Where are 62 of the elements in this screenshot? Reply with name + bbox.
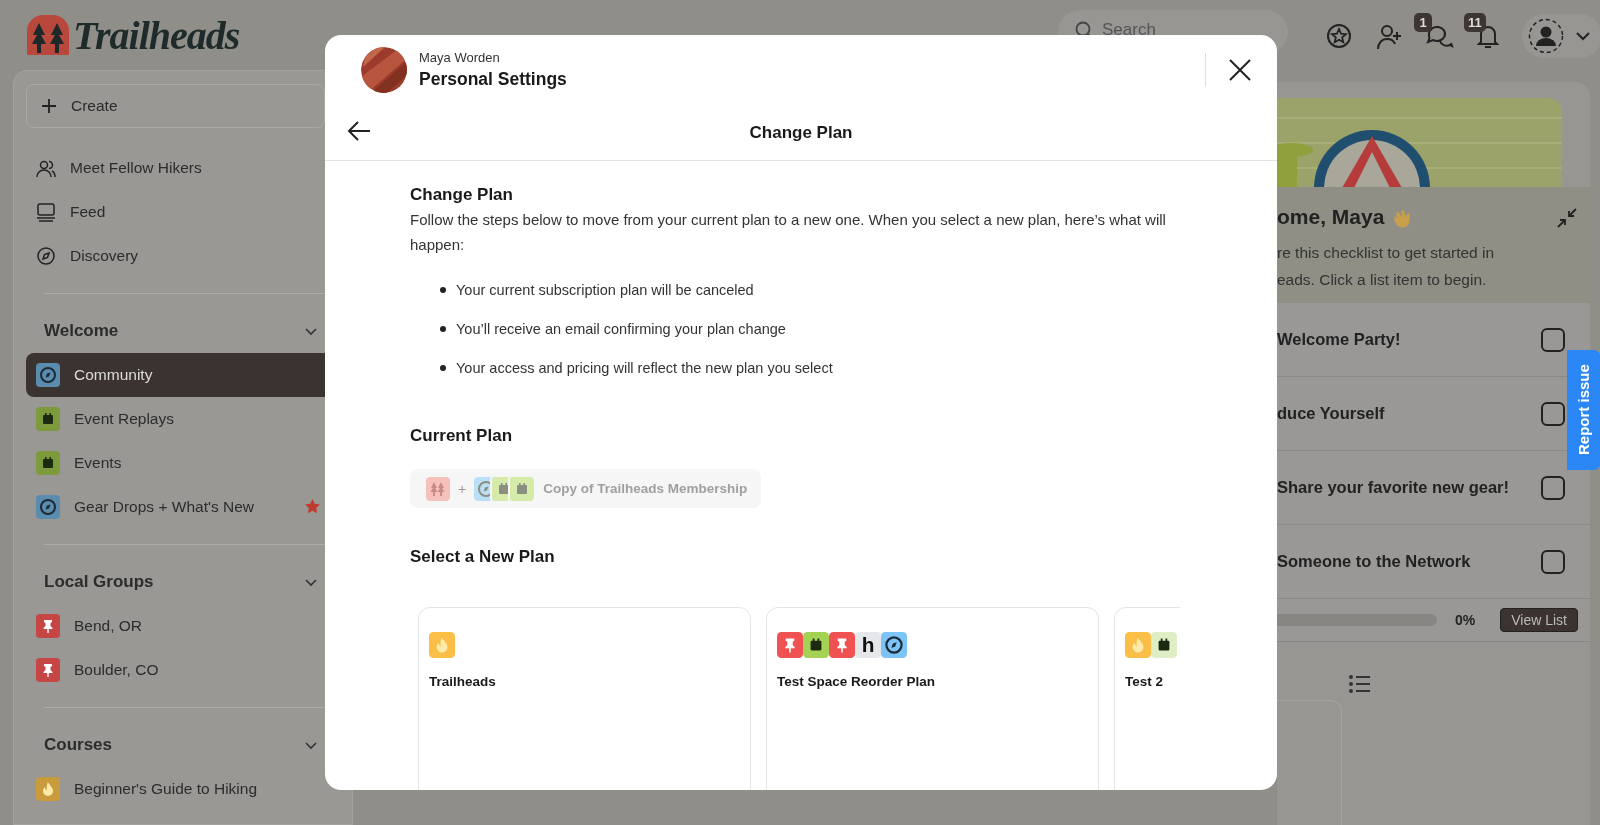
- notification-badge: 11: [1464, 13, 1486, 32]
- notification-badge: 1: [1414, 13, 1432, 32]
- checklist-title: ome, Maya: [1277, 205, 1385, 229]
- letter-icon: h: [855, 632, 881, 658]
- checkbox[interactable]: [1541, 327, 1565, 352]
- space-item[interactable]: Boulder, CO: [26, 648, 325, 692]
- add-person-icon: [1375, 22, 1403, 50]
- intro-text: Follow the steps below to move from your current plan to a new one. When you select a new plan, here’s what will happen:: [410, 210, 1167, 255]
- bullet-text: Your current subscription plan will be canceled: [456, 282, 754, 298]
- section-heading: Change Plan: [410, 185, 514, 205]
- list-icon: [1347, 672, 1371, 696]
- checkbox[interactable]: [1541, 549, 1565, 574]
- report-issue-button[interactable]: Report issue: [1567, 350, 1600, 470]
- section-title: Courses: [44, 735, 113, 755]
- nav-item[interactable]: Meet Fellow Hikers: [26, 146, 325, 190]
- section-heading: Select a New Plan: [410, 547, 556, 567]
- checklist-item[interactable]: duce Yourself: [1277, 404, 1385, 423]
- nav-item[interactable]: Feed: [26, 190, 325, 234]
- collapse-icon: [1556, 207, 1578, 229]
- section-title: Welcome: [44, 321, 119, 341]
- plan-card[interactable]: Test 2: [1114, 607, 1180, 790]
- plus-sign: +: [458, 480, 467, 497]
- checklist-item[interactable]: Share your favorite new gear!: [1277, 478, 1509, 497]
- plan-card[interactable]: Trailheads: [418, 607, 751, 790]
- bullet-text: You’ll receive an email confirming your plan change: [456, 321, 786, 337]
- logo-icon: [27, 15, 69, 55]
- checklist-description: re this checklist to get started in: [1277, 243, 1496, 263]
- plan-card[interactable]: h Test Space Reorder Plan: [766, 607, 1099, 790]
- create-button[interactable]: Create: [26, 84, 325, 128]
- plus-icon: [41, 98, 57, 114]
- space-item[interactable]: Event Replays: [26, 397, 325, 441]
- progress-reading: 0%: [1455, 612, 1476, 628]
- checklist-description: eads. Click a list item to begin.: [1277, 270, 1488, 290]
- avatar-icon: [1528, 18, 1564, 54]
- space-item[interactable]: Gear Drops + What's New: [26, 485, 325, 529]
- space-item[interactable]: Events: [26, 441, 325, 485]
- page-title: Change Plan: [749, 122, 853, 143]
- logo-text: Trailheads: [73, 11, 240, 59]
- section-title: Local Groups: [44, 572, 154, 592]
- space-item[interactable]: Beginner's Guide to Hiking: [26, 767, 325, 811]
- modal-title: Personal Settings: [419, 69, 567, 90]
- account-menu[interactable]: [1522, 14, 1600, 58]
- checklist-item[interactable]: Someone to the Network: [1277, 552, 1471, 571]
- nav-item[interactable]: Discovery: [26, 234, 325, 278]
- bullet-icon: [440, 365, 446, 371]
- space-item[interactable]: Bend, OR: [26, 604, 325, 648]
- checkbox[interactable]: [1541, 475, 1565, 500]
- checkbox[interactable]: [1541, 401, 1565, 426]
- feed-icon: [36, 202, 56, 222]
- user-name: Maya Worden: [419, 50, 501, 65]
- space-item[interactable]: Community: [26, 353, 325, 397]
- people-icon: [36, 158, 56, 178]
- bullet-text: Your access and pricing will reflect the new plan you select: [456, 360, 833, 376]
- plan-name: Copy of Trailheads Membership: [543, 481, 748, 496]
- back-arrow-icon: [347, 119, 372, 143]
- bullet-icon: [440, 287, 446, 293]
- compass-icon: [36, 246, 56, 266]
- bullet-icon: [440, 326, 446, 332]
- view-list-button[interactable]: View List: [1500, 608, 1578, 632]
- section-heading: Current Plan: [410, 426, 514, 446]
- checklist-item[interactable]: Welcome Party!: [1277, 330, 1401, 349]
- close-icon: [1228, 58, 1252, 82]
